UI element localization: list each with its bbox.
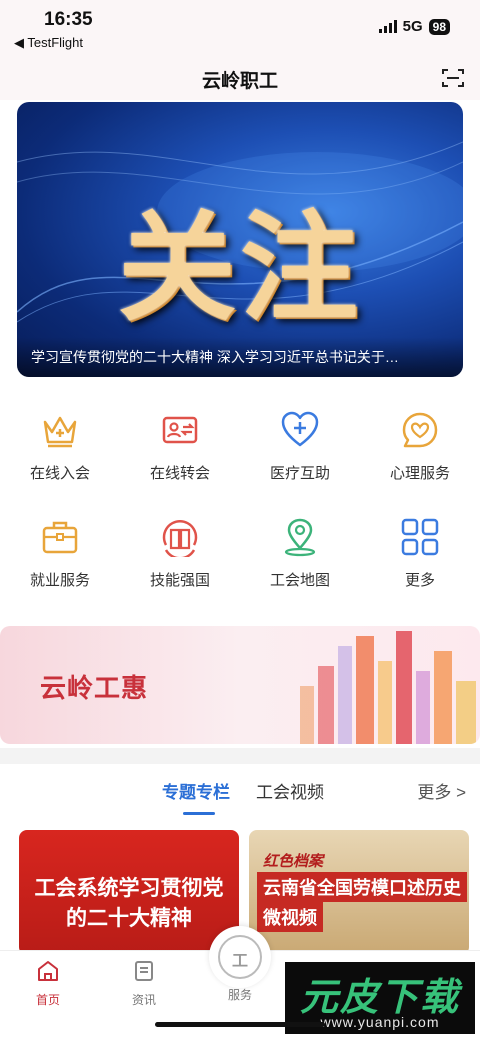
service-more[interactable]: 更多 — [360, 517, 480, 590]
network-label: 5G — [402, 18, 423, 35]
heart-chat-icon — [402, 412, 438, 448]
service-label: 医疗互助 — [269, 465, 330, 482]
news-icon — [135, 961, 153, 981]
section-divider — [0, 748, 480, 764]
service-psych[interactable]: 心理服务 — [360, 410, 480, 483]
status-bar: 16:35 ◀ TestFlight 5G 98 — [0, 0, 480, 56]
back-to-app-link[interactable]: ◀ TestFlight — [14, 35, 83, 51]
card-title: 云南省全国劳模口述历史 — [257, 872, 467, 902]
home-indicator[interactable] — [155, 1022, 325, 1027]
battery-icon: 98 — [428, 18, 450, 35]
topic-card[interactable]: 红色档案 云南省全国劳模口述历史 微视频 — [249, 830, 469, 955]
service-label: 在线入会 — [29, 465, 90, 482]
home-icon — [38, 961, 58, 981]
news-banner[interactable]: 关注 学习宣传贯彻党的二十大精神 深入学习习近平总书记关于… — [17, 102, 463, 377]
service-label: 就业服务 — [29, 572, 90, 589]
status-right: 5G 98 — [378, 18, 450, 35]
service-online-join[interactable]: 在线入会 — [0, 410, 120, 483]
service-online-transfer[interactable]: 在线转会 — [120, 410, 240, 483]
service-label: 技能强国 — [149, 572, 210, 589]
tab-union-video[interactable]: 工会视频 — [256, 778, 324, 803]
city-skyline-graphic — [300, 631, 476, 744]
book-circle-icon — [162, 520, 198, 557]
page-title: 云岭职工 — [201, 71, 278, 92]
section-tabs: 专题专栏 工会视频 更多 > — [0, 764, 480, 824]
topic-card[interactable]: 工会系统学习贯彻党的二十大精神 — [19, 830, 239, 955]
status-time: 16:35 — [44, 9, 93, 30]
tab-special-column[interactable]: 专题专栏 — [162, 778, 230, 803]
service-label: 更多 — [404, 572, 435, 589]
card-subtitle: 微视频 — [257, 902, 323, 932]
active-tab-indicator — [183, 812, 215, 815]
service-label: 心理服务 — [389, 465, 450, 482]
banner-caption: 学习宣传贯彻党的二十大精神 深入学习习近平总书记关于… — [17, 337, 463, 377]
map-pin-icon — [284, 518, 316, 557]
service-label: 在线转会 — [149, 465, 210, 482]
tab-label: 首页 — [35, 993, 60, 1007]
title-bar: 云岭职工 — [0, 56, 480, 100]
crown-plus-icon — [43, 416, 77, 448]
grid-icon — [401, 518, 439, 556]
heart-plus-icon — [281, 411, 319, 447]
tab-home[interactable]: 首页 — [0, 959, 96, 1008]
signal-icon — [378, 20, 397, 33]
service-employment[interactable]: 就业服务 — [0, 517, 120, 590]
union-logo-icon: 工 — [218, 935, 262, 979]
service-label: 工会地图 — [269, 572, 330, 589]
promo-text: 云岭工惠 — [40, 673, 149, 703]
card-title: 工会系统学习贯彻党的二十大精神 — [34, 877, 224, 930]
briefcase-icon — [42, 521, 78, 554]
more-link[interactable]: 更多 > — [417, 778, 466, 803]
card-script: 红色档案 — [263, 852, 324, 870]
service-medical-aid[interactable]: 医疗互助 — [240, 410, 360, 483]
service-skills[interactable]: 技能强国 — [120, 517, 240, 590]
tab-news[interactable]: 资讯 — [96, 959, 192, 1008]
tab-label: 资讯 — [131, 993, 156, 1007]
service-union-map[interactable]: 工会地图 — [240, 517, 360, 590]
watermark-brand: 元皮下载 — [299, 977, 460, 1019]
service-center-button[interactable]: 工 — [209, 926, 271, 988]
banner-headline: 关注 — [117, 198, 362, 337]
id-card-transfer-icon — [162, 416, 198, 444]
promo-banner[interactable]: 云岭工惠 — [0, 626, 480, 744]
scan-icon[interactable] — [442, 68, 464, 88]
tab-label-service: 服务 — [227, 988, 252, 1002]
